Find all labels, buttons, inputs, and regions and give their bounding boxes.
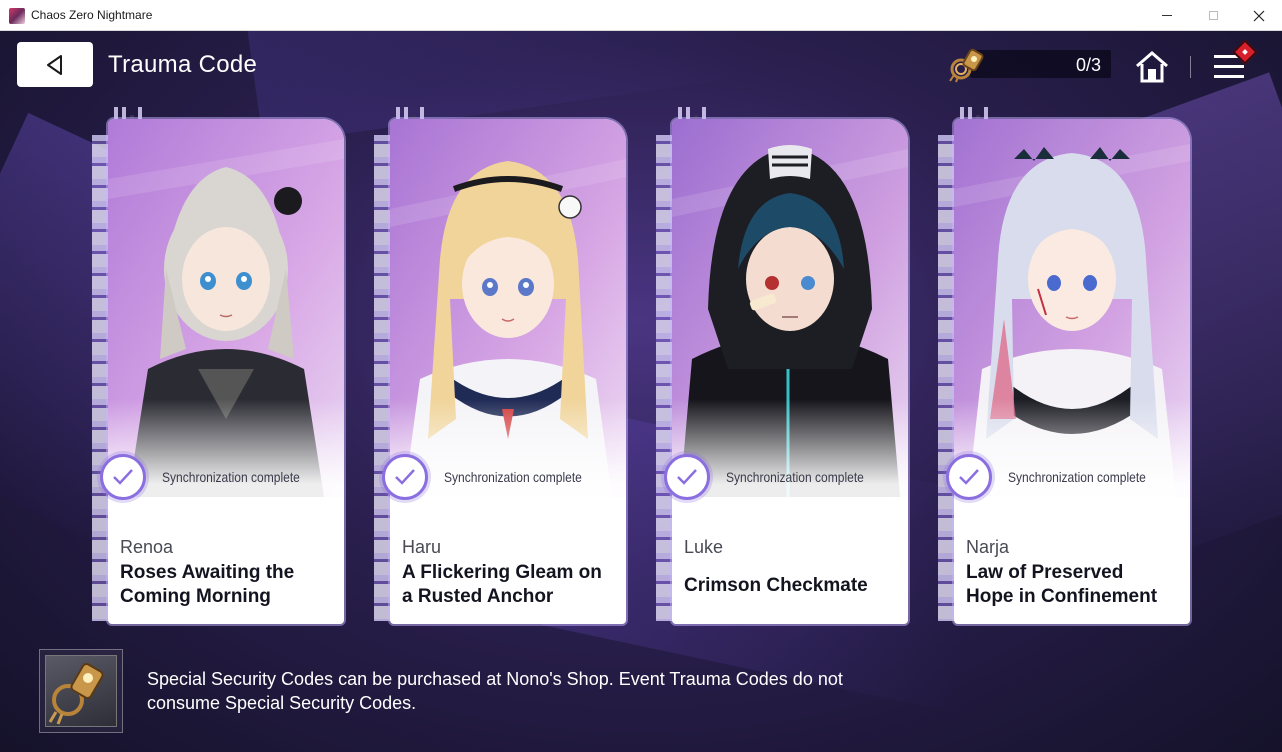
trauma-code-title: Crimson Checkmate — [684, 575, 868, 596]
hamburger-menu-icon — [1214, 75, 1244, 78]
sync-status-text: Synchronization complete — [162, 469, 300, 485]
currency-count: 0/3 — [1075, 55, 1101, 75]
minimize-button[interactable] — [1144, 0, 1190, 31]
back-button[interactable] — [17, 42, 93, 87]
security-code-key-icon — [48, 662, 104, 725]
app-icon — [9, 8, 25, 24]
trauma-code-title: A Flickering Gleam on a Rusted Anchor — [402, 562, 602, 607]
check-icon — [664, 454, 710, 500]
check-icon — [382, 454, 428, 500]
hamburger-menu-icon — [1214, 65, 1244, 68]
special-security-code-counter: 0/3 — [948, 47, 1111, 83]
trauma-code-title: Roses Awaiting the Coming Morning — [120, 562, 295, 607]
character-name: Narja — [966, 537, 1010, 557]
sync-status: Synchronization complete — [664, 454, 886, 500]
maximize-button[interactable] — [1190, 0, 1236, 31]
character-name: Luke — [684, 537, 724, 557]
game-screen: Trauma Code 0/3 Synchronization complete… — [0, 31, 1282, 752]
security-code-key-icon — [949, 48, 984, 83]
sync-status: Synchronization complete — [946, 454, 1168, 500]
item-frame — [45, 655, 117, 727]
window-titlebar: Chaos Zero Nightmare — [0, 0, 1282, 31]
trauma-code-card[interactable]: Synchronization complete Narja Law of Pr… — [938, 107, 1190, 637]
home-icon — [1136, 51, 1168, 83]
home-button[interactable] — [1133, 49, 1171, 85]
check-icon — [946, 454, 992, 500]
page-title: Trauma Code — [108, 51, 258, 78]
notice-line: Special Security Codes can be purchased … — [147, 669, 843, 689]
character-name: Haru — [402, 537, 442, 557]
notice-line: consume Special Security Codes. — [147, 693, 417, 713]
minimize-icon — [1162, 15, 1172, 16]
window-title: Chaos Zero Nightmare — [31, 8, 153, 22]
sync-status: Synchronization complete — [100, 454, 322, 500]
trauma-code-title: Law of Preserved Hope in Confinement — [966, 562, 1158, 607]
shop-notice: Special Security Codes can be purchased … — [147, 667, 843, 715]
header-divider — [1190, 56, 1191, 78]
trauma-code-card[interactable]: Synchronization complete Haru A Flickeri… — [374, 107, 626, 637]
trauma-code-card[interactable]: Synchronization complete Renoa Roses Awa… — [92, 107, 344, 637]
trauma-code-card[interactable]: Synchronization complete Luke Crimson Ch… — [656, 107, 908, 637]
special-security-code-item[interactable] — [39, 649, 123, 733]
sync-status: Synchronization complete — [382, 454, 604, 500]
check-icon — [100, 454, 146, 500]
sync-status-text: Synchronization complete — [444, 469, 582, 485]
character-name: Renoa — [120, 537, 174, 557]
sync-status-text: Synchronization complete — [1008, 469, 1146, 485]
sync-status-text: Synchronization complete — [726, 469, 864, 485]
close-button[interactable] — [1236, 0, 1282, 31]
back-triangle-icon — [47, 54, 62, 75]
maximize-icon — [1208, 11, 1218, 20]
close-icon — [1253, 10, 1265, 21]
